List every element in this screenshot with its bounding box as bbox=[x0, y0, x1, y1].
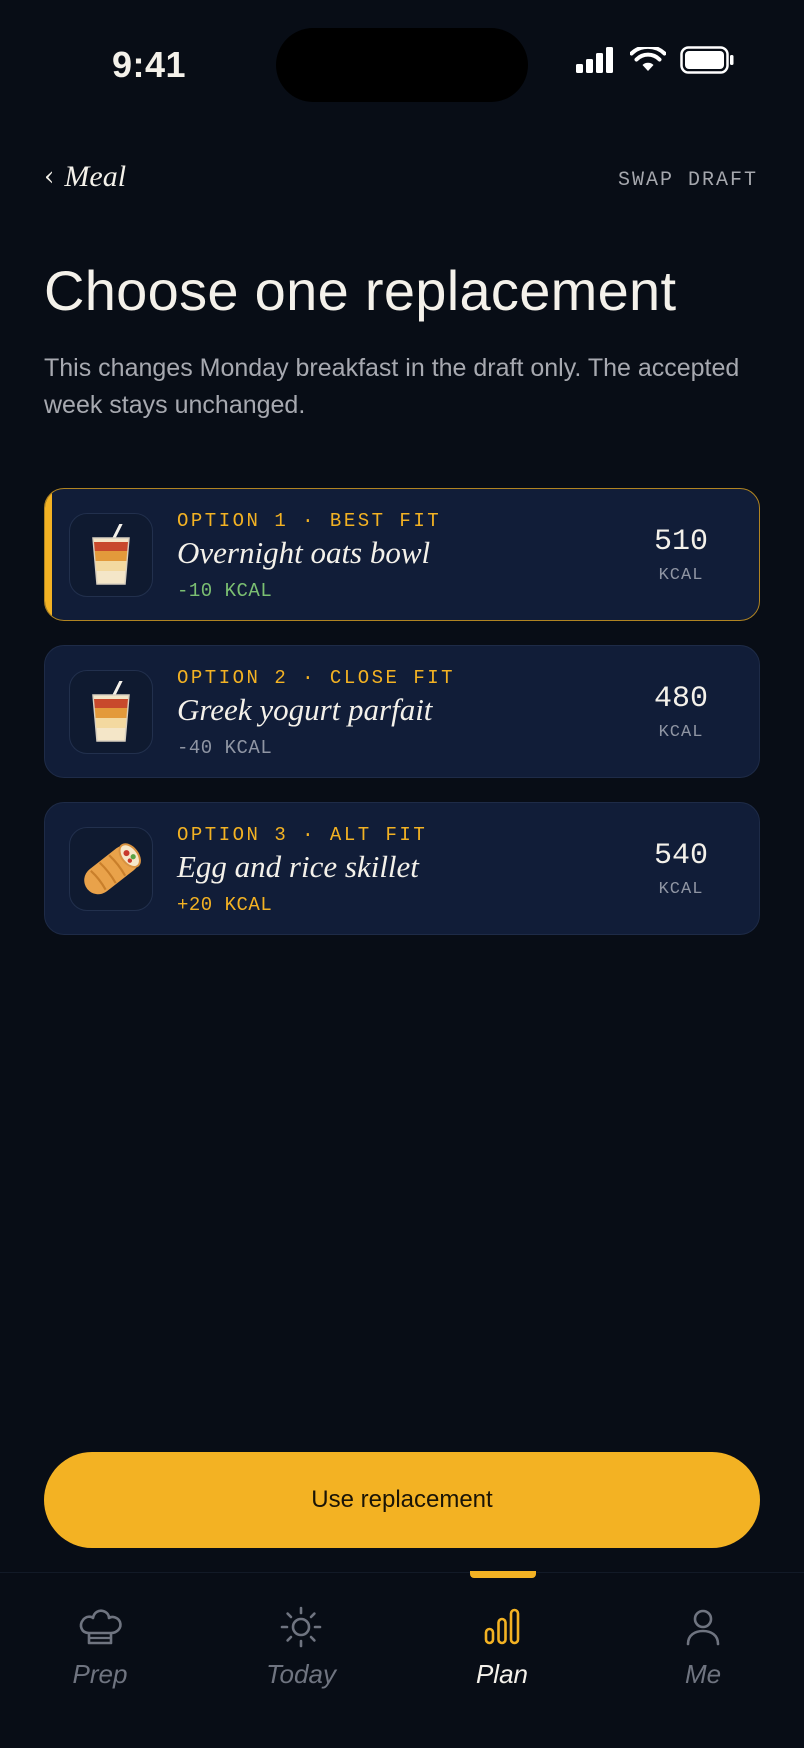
tab-label: Prep bbox=[72, 1659, 128, 1689]
status-bar: 9:41 bbox=[0, 0, 804, 130]
bar-chart-icon bbox=[484, 1608, 520, 1645]
calorie-delta: -40 KCAL bbox=[177, 737, 273, 759]
calorie-value: 510 bbox=[653, 525, 708, 559]
tab-label: Me bbox=[684, 1659, 722, 1689]
tab-prep[interactable]: Prep bbox=[20, 1603, 180, 1690]
tab-me[interactable]: Me bbox=[623, 1603, 783, 1690]
option-name: Overnight oats bowl bbox=[177, 535, 431, 570]
layered-drink-icon bbox=[92, 524, 130, 585]
page-title: Choose one replacement bbox=[44, 259, 677, 322]
selected-accent-bar bbox=[45, 489, 52, 620]
option-card-1[interactable]: OPTION 1 · BEST FIT Overnight oats bowl … bbox=[44, 488, 760, 621]
option-card-3[interactable]: OPTION 3 · ALT FIT Egg and rice skillet … bbox=[44, 802, 760, 935]
status-icons bbox=[576, 46, 734, 74]
back-button[interactable]: ‹ Meal bbox=[44, 160, 126, 194]
back-label: Meal bbox=[64, 160, 127, 193]
page-subtitle: This changes Monday breakfast in the dra… bbox=[44, 354, 740, 419]
meal-thumbnail bbox=[69, 513, 153, 597]
meal-thumbnail bbox=[69, 670, 153, 754]
cellular-signal-icon bbox=[576, 47, 613, 73]
calorie-value: 480 bbox=[653, 682, 708, 716]
replacement-options: OPTION 1 · BEST FIT Overnight oats bowl … bbox=[44, 488, 760, 959]
option-label: OPTION 2 · CLOSE FIT bbox=[177, 667, 456, 689]
layered-drink-icon bbox=[92, 681, 130, 742]
chevron-left-icon: ‹ bbox=[44, 162, 55, 192]
option-name: Greek yogurt parfait bbox=[177, 692, 433, 727]
meal-thumbnail bbox=[69, 827, 153, 911]
use-replacement-button[interactable]: Use replacement bbox=[44, 1452, 760, 1548]
option-name: Egg and rice skillet bbox=[177, 849, 419, 884]
calorie-unit: KCAL bbox=[658, 723, 704, 742]
tab-label: Plan bbox=[475, 1659, 529, 1689]
chef-hat-icon bbox=[79, 1609, 122, 1645]
calorie-delta: +20 KCAL bbox=[177, 894, 273, 916]
swap-draft-label: SWAP DRAFT bbox=[617, 169, 758, 192]
option-card-2[interactable]: OPTION 2 · CLOSE FIT Greek yogurt parfai… bbox=[44, 645, 760, 778]
tab-today[interactable]: Today bbox=[221, 1603, 381, 1690]
tab-plan[interactable]: Plan bbox=[422, 1603, 582, 1690]
option-label: OPTION 1 · BEST FIT bbox=[177, 510, 442, 532]
person-icon bbox=[686, 1609, 720, 1646]
calorie-delta: -10 KCAL bbox=[177, 580, 273, 602]
battery-icon bbox=[680, 46, 734, 74]
sun-icon bbox=[280, 1606, 322, 1648]
tab-label: Today bbox=[266, 1659, 336, 1689]
option-label: OPTION 3 · ALT FIT bbox=[177, 824, 428, 846]
active-tab-indicator bbox=[470, 1571, 536, 1578]
calorie-value: 540 bbox=[653, 839, 708, 873]
burrito-icon bbox=[84, 843, 141, 895]
tab-bar: Prep Today Plan Me bbox=[0, 1571, 804, 1748]
wifi-icon bbox=[630, 47, 666, 71]
calorie-unit: KCAL bbox=[658, 566, 704, 585]
dynamic-island bbox=[276, 28, 528, 102]
status-time: 9:41 bbox=[112, 44, 187, 85]
calorie-unit: KCAL bbox=[658, 880, 704, 899]
